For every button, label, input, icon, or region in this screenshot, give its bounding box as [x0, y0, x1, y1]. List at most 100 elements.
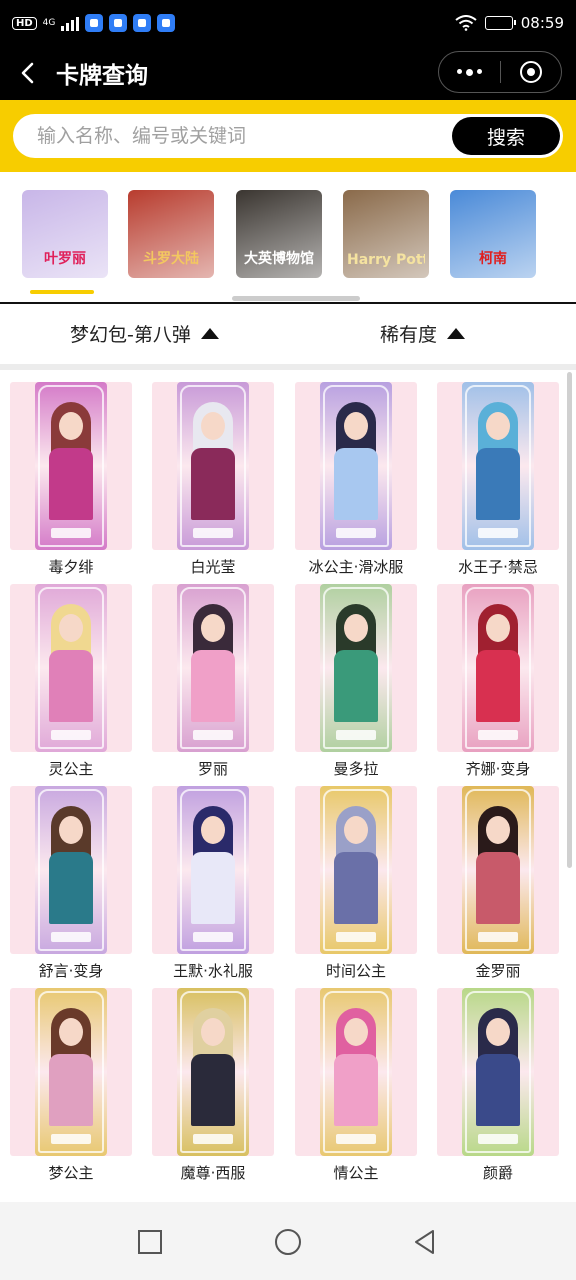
card-background — [437, 786, 559, 954]
selected-category-indicator — [30, 290, 94, 294]
grid-scrollbar[interactable] — [567, 372, 572, 868]
rarity-filter[interactable]: 稀有度 — [380, 320, 466, 347]
card-background — [437, 382, 559, 550]
card-name: 灵公主 — [48, 760, 94, 778]
recent-apps-button[interactable] — [136, 1228, 164, 1256]
series-filter[interactable]: 梦幻包-第八弹 — [70, 320, 219, 347]
card-background — [295, 786, 417, 954]
app-notification-icon — [157, 14, 176, 32]
card-item[interactable]: 情公主 — [295, 988, 417, 1183]
carousel-scrollbar[interactable] — [232, 296, 360, 301]
card-name: 魔尊·西服 — [180, 1164, 246, 1182]
search-bar: 搜索 — [0, 100, 576, 172]
card-image — [320, 988, 392, 1156]
card-item[interactable]: 梦公主 — [10, 988, 132, 1183]
app-notification-icon — [109, 14, 128, 32]
card-name: 王默·水礼服 — [173, 962, 253, 980]
card-image — [35, 988, 107, 1156]
category-label: 叶罗丽 — [44, 251, 86, 267]
card-image — [35, 786, 107, 954]
card-item[interactable]: 颜爵 — [437, 988, 559, 1183]
triangle-up-icon — [447, 328, 466, 339]
category-carousel: 叶罗丽 斗罗大陆 大英博物馆 Harry Potter 柯南 — [0, 172, 576, 302]
search-button[interactable]: 搜索 — [452, 117, 560, 155]
card-grid[interactable]: 毒夕绯 白光莹 冰公主·滑冰服 水王子·禁忌灵公主 罗丽 曼多拉 齐娜·变身舒言·变身 王默·… — [0, 370, 576, 1202]
category-label: 斗罗大陆 — [143, 251, 199, 267]
search-input[interactable] — [37, 125, 437, 147]
back-button[interactable] — [0, 46, 56, 100]
status-bar: HD 4G 08:59 — [0, 0, 576, 46]
category-label: 大英博物馆 — [244, 251, 314, 267]
square-icon — [138, 1230, 162, 1254]
card-name: 水王子·禁忌 — [458, 558, 538, 576]
card-image — [177, 786, 249, 954]
card-image — [462, 988, 534, 1156]
card-name: 梦公主 — [48, 1164, 94, 1182]
card-item[interactable]: 水王子·禁忌 — [437, 382, 559, 577]
card-item[interactable]: 金罗丽 — [437, 786, 559, 981]
card-name: 白光莹 — [190, 558, 236, 576]
app-notification-icon — [85, 14, 104, 32]
card-image — [177, 988, 249, 1156]
card-background — [295, 988, 417, 1156]
card-name: 舒言·变身 — [38, 962, 104, 980]
more-button[interactable] — [439, 52, 500, 92]
system-back-button[interactable] — [410, 1228, 438, 1256]
title-bar: 卡牌查询 — [0, 46, 576, 100]
signal-icon — [61, 15, 80, 31]
search-box: 搜索 — [13, 114, 563, 158]
card-item[interactable]: 罗丽 — [152, 584, 274, 779]
card-item[interactable]: 魔尊·西服 — [152, 988, 274, 1183]
system-nav-bar — [0, 1202, 576, 1280]
close-program-button[interactable] — [501, 52, 562, 92]
card-image — [177, 584, 249, 752]
card-item[interactable]: 灵公主 — [10, 584, 132, 779]
category-item[interactable]: 大英博物馆 — [236, 190, 322, 278]
card-background — [10, 382, 132, 550]
card-name: 颜爵 — [482, 1164, 513, 1182]
network-type: 4G — [42, 17, 56, 28]
category-item[interactable]: 柯南 — [450, 190, 536, 278]
card-item[interactable]: 王默·水礼服 — [152, 786, 274, 981]
card-image — [177, 382, 249, 550]
page-title: 卡牌查询 — [56, 63, 148, 89]
card-item[interactable]: 毒夕绯 — [10, 382, 132, 577]
card-background — [295, 584, 417, 752]
card-name: 毒夕绯 — [48, 558, 94, 576]
card-image — [35, 382, 107, 550]
status-left: HD 4G — [12, 14, 176, 32]
card-name: 情公主 — [333, 1164, 379, 1182]
category-label: 柯南 — [479, 251, 507, 267]
card-image — [462, 584, 534, 752]
category-item[interactable]: 斗罗大陆 — [128, 190, 214, 278]
card-name: 金罗丽 — [475, 962, 521, 980]
card-item[interactable]: 白光莹 — [152, 382, 274, 577]
card-name: 曼多拉 — [333, 760, 379, 778]
card-item[interactable]: 曼多拉 — [295, 584, 417, 779]
card-background — [437, 584, 559, 752]
card-name: 齐娜·变身 — [465, 760, 531, 778]
card-image — [35, 584, 107, 752]
triangle-back-icon — [415, 1230, 434, 1254]
card-item[interactable]: 冰公主·滑冰服 — [295, 382, 417, 577]
wifi-icon — [455, 15, 477, 31]
category-item[interactable]: 叶罗丽 — [22, 190, 108, 278]
circle-icon — [275, 1229, 301, 1255]
card-image — [320, 382, 392, 550]
rarity-filter-label: 稀有度 — [380, 324, 438, 346]
card-item[interactable]: 齐娜·变身 — [437, 584, 559, 779]
card-image — [462, 786, 534, 954]
category-item[interactable]: Harry Potter — [343, 190, 429, 278]
card-image — [320, 584, 392, 752]
card-background — [10, 786, 132, 954]
mini-program-capsule — [438, 51, 562, 93]
series-filter-label: 梦幻包-第八弹 — [70, 324, 191, 346]
card-item[interactable]: 舒言·变身 — [10, 786, 132, 981]
card-item[interactable]: 时间公主 — [295, 786, 417, 981]
card-background — [10, 584, 132, 752]
card-name: 罗丽 — [197, 760, 228, 778]
card-background — [152, 988, 274, 1156]
filter-bar: 梦幻包-第八弹 稀有度 — [0, 304, 576, 364]
home-button[interactable] — [274, 1228, 302, 1256]
card-name: 冰公主·滑冰服 — [308, 558, 404, 576]
